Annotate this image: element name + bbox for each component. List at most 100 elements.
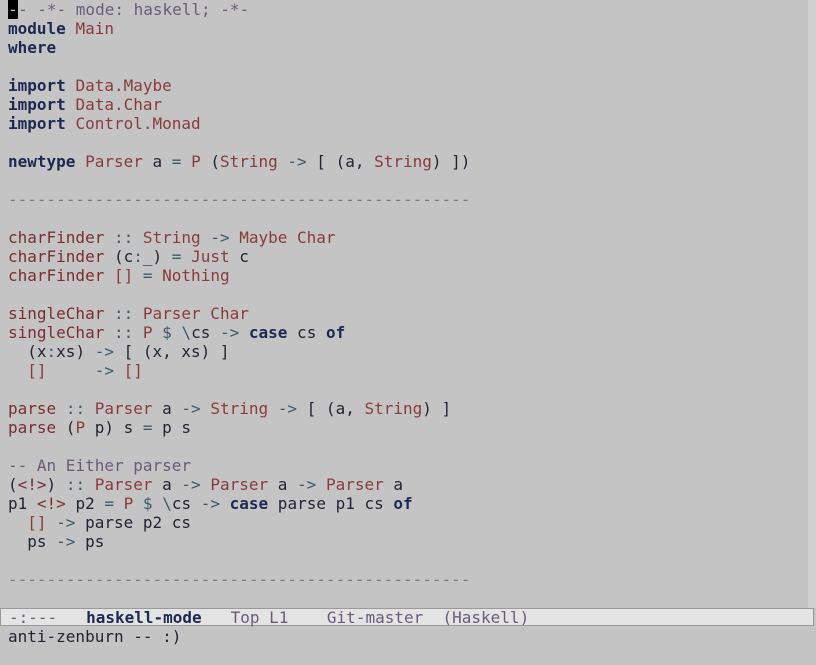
- code-token-type: Just: [191, 247, 230, 266]
- code-token-func: singleChar: [8, 323, 105, 342]
- code-line[interactable]: import Control.Monad: [8, 114, 808, 133]
- code-token-sep: ----------------------------------------…: [8, 570, 471, 589]
- code-line[interactable]: ps -> ps: [8, 532, 808, 551]
- buffer-name[interactable]: haskell-mode: [86, 608, 202, 627]
- code-line[interactable]: (x:xs) -> [ (x, xs) ]: [8, 342, 808, 361]
- code-line[interactable]: charFinder [] = Nothing: [8, 266, 808, 285]
- code-token-plain: a: [142, 152, 172, 171]
- code-line[interactable]: ​: [8, 589, 808, 608]
- code-line[interactable]: ​: [8, 57, 808, 76]
- code-token-op: ::: [65, 399, 86, 418]
- code-line[interactable]: ​: [8, 380, 808, 399]
- code-token-plain: ) ]: [422, 399, 452, 418]
- code-line[interactable]: -- An Either parser: [8, 456, 808, 475]
- code-token-type: P: [142, 323, 153, 342]
- code-token-keyword: case: [229, 494, 269, 513]
- code-token-keyword: of: [325, 323, 346, 342]
- code-line[interactable]: import Data.Maybe: [8, 76, 808, 95]
- code-token-op: =: [142, 266, 153, 285]
- code-line[interactable]: singleChar :: P $ \cs -> case cs of: [8, 323, 808, 342]
- code-line[interactable]: import Data.Char: [8, 95, 808, 114]
- code-token-type: String: [374, 152, 432, 171]
- code-token-op: ->: [287, 152, 307, 171]
- code-token-plain: (: [200, 152, 220, 171]
- code-token-func: charFinder: [8, 266, 105, 285]
- code-token-plain: cs: [171, 494, 201, 513]
- code-token-type: P: [123, 494, 134, 513]
- mode-line[interactable]: -:--- haskell-mode Top L1 Git-master (Ha…: [0, 608, 814, 627]
- code-token-comment: -- An Either parser: [8, 456, 192, 475]
- code-token-bracket: []: [27, 361, 47, 380]
- code-line[interactable]: ​: [8, 209, 808, 228]
- code-token-type: Control.Monad: [75, 114, 201, 133]
- code-line[interactable]: [] -> parse p2 cs: [8, 513, 808, 532]
- code-token-type: Nothing: [162, 266, 230, 285]
- code-line[interactable]: (<!>) :: Parser a -> Parser a -> Parser …: [8, 475, 808, 494]
- code-token-op: $: [162, 323, 172, 342]
- code-token-func: <!>: [36, 494, 66, 513]
- code-token-op: ::: [113, 323, 134, 342]
- code-line[interactable]: module Main: [8, 19, 808, 38]
- code-token-type: Maybe Char: [239, 228, 336, 247]
- code-line[interactable]: charFinder :: String -> Maybe Char: [8, 228, 808, 247]
- code-line[interactable]: ​: [8, 437, 808, 456]
- code-token-plain: p1: [8, 494, 37, 513]
- code-line[interactable]: ​: [8, 171, 808, 190]
- code-token-plain: ): [46, 475, 66, 494]
- major-mode[interactable]: (Haskell): [443, 608, 530, 627]
- code-token-op: ::: [113, 228, 134, 247]
- code-token-type: String: [210, 399, 269, 418]
- code-line[interactable]: ​: [8, 285, 808, 304]
- code-line[interactable]: ----------------------------------------…: [8, 570, 808, 589]
- code-token-keyword: where: [8, 38, 57, 57]
- code-token-sep: ----------------------------------------…: [8, 190, 471, 209]
- code-token-func: <!>: [17, 475, 47, 494]
- code-token-type: Parser: [94, 475, 153, 494]
- code-line[interactable]: -- -*- mode: haskell; -*-: [8, 0, 808, 19]
- code-token-keyword: of: [393, 494, 413, 513]
- code-token-plain: [ (a,: [297, 399, 365, 418]
- code-token-plain: xs): [56, 342, 95, 361]
- code-token-op: \: [162, 494, 172, 513]
- code-token-plain: a: [152, 399, 182, 418]
- code-line[interactable]: singleChar :: Parser Char: [8, 304, 808, 323]
- code-line[interactable]: parse :: Parser a -> String -> [ (a, Str…: [8, 399, 808, 418]
- code-token-type: String: [219, 152, 278, 171]
- code-line[interactable]: charFinder (c:_) = Just c: [8, 247, 808, 266]
- code-token-op: =: [104, 494, 114, 513]
- code-line[interactable]: [] -> []: [8, 361, 808, 380]
- code-line[interactable]: ​: [8, 133, 808, 152]
- code-token-plain: (x: [8, 342, 47, 361]
- code-token-op: ->: [219, 323, 240, 342]
- editor-window[interactable]: -- -*- mode: haskell; -*- module Main wher…: [0, 0, 808, 608]
- code-line[interactable]: parse (P p) s = p s: [8, 418, 808, 437]
- code-line[interactable]: where: [8, 38, 808, 57]
- code-line[interactable]: p1 <!> p2 = P $ \cs -> case parse p1 cs …: [8, 494, 808, 513]
- code-token-type: Parser Char: [142, 304, 249, 323]
- echo-area: anti-zenburn -- :): [0, 627, 816, 665]
- code-token-func: singleChar: [8, 304, 105, 323]
- vc-branch[interactable]: Git-master: [327, 608, 423, 627]
- code-token-func: charFinder: [8, 228, 105, 247]
- code-line[interactable]: ----------------------------------------…: [8, 190, 808, 209]
- code-buffer[interactable]: -- -*- mode: haskell; -*- module Main wher…: [8, 0, 808, 608]
- code-token-keyword: import: [8, 114, 66, 133]
- code-token-plain: c: [229, 247, 249, 266]
- code-line[interactable]: ​: [8, 551, 808, 570]
- code-line[interactable]: newtype Parser a = P (String -> [ (a, St…: [8, 152, 808, 171]
